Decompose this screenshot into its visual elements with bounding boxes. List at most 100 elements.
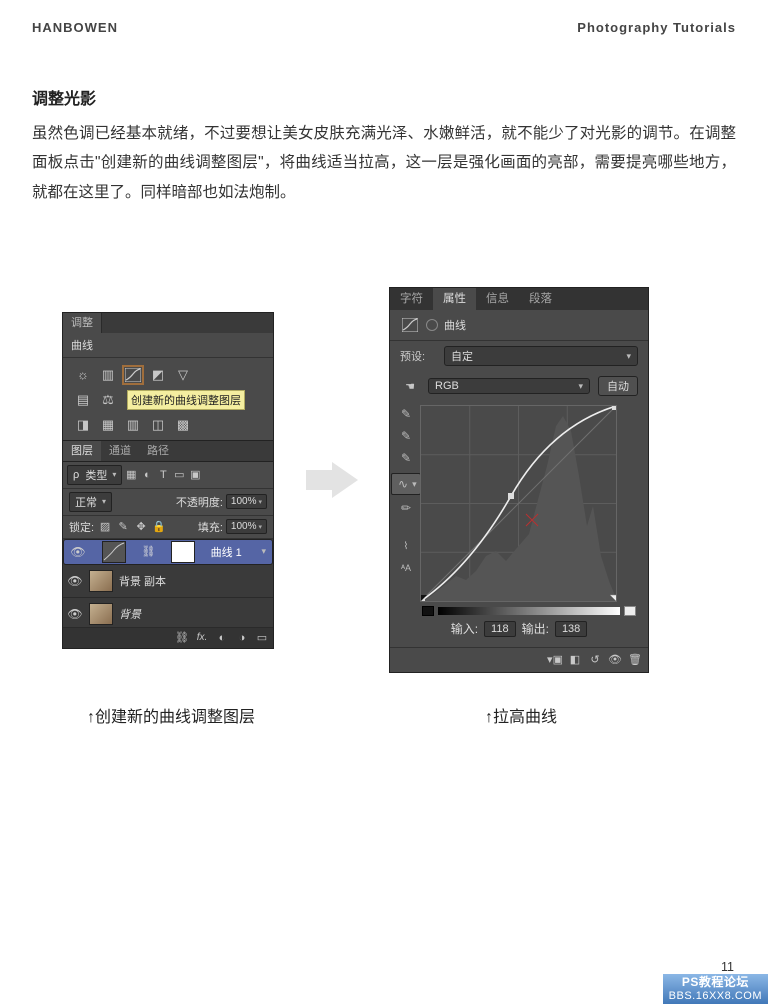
preset-row: 预设: 自定 [390, 341, 648, 371]
posterize-icon[interactable]: ▦ [98, 416, 118, 434]
curves-icon[interactable] [123, 366, 143, 384]
visibility-icon[interactable]: 👁 [67, 607, 83, 621]
vibrance-icon[interactable]: ▤ [73, 391, 93, 409]
delete-icon[interactable]: 🗑 [628, 652, 642, 666]
selective-color-icon[interactable]: ▩ [173, 416, 193, 434]
filter-pixel-icon[interactable]: ▦ [124, 468, 138, 482]
watermark-line2: BBS.16XX8.COM [669, 990, 762, 1003]
layer-thumb [89, 570, 113, 592]
black-point-eyedropper-icon[interactable]: ✎ [398, 407, 414, 423]
page-number: 11 [721, 960, 734, 974]
lock-all-icon[interactable]: 🔒 [152, 520, 166, 534]
toggle-visibility-icon[interactable]: 👁 [608, 652, 622, 666]
preset-label: 预设: [400, 348, 438, 364]
gradient-bar-row [390, 606, 648, 616]
new-group-icon[interactable]: ▭ [255, 631, 269, 645]
section-title: 调整光影 [32, 85, 736, 109]
levels-icon[interactable]: ▥ [98, 366, 118, 384]
clip-to-layer-icon[interactable]: ▾▣ [548, 652, 562, 666]
visibility-icon[interactable]: 👁 [70, 545, 86, 559]
lock-position-icon[interactable]: ✥ [134, 520, 148, 534]
layer-name: 曲线 1 [211, 544, 242, 560]
lock-pixels-icon[interactable]: ✎ [116, 520, 130, 534]
white-swatch-icon [624, 606, 636, 616]
input-value[interactable]: 118 [484, 621, 516, 637]
white-point-eyedropper-icon[interactable]: ✎ [398, 451, 414, 467]
layer-list: 👁 ⛓ 曲线 1 👁 背景 副本 👁 背景 [63, 539, 273, 628]
curve-editor: ✎ ✎ ✎ ∿ ✏ ⌇ ᴬA [390, 401, 648, 606]
link-layers-icon[interactable]: ⛓ [175, 631, 189, 645]
curves-title: 曲线 [444, 317, 466, 333]
properties-tabs: 字符 属性 信息 段落 [390, 288, 648, 310]
curve-graph[interactable] [420, 405, 617, 602]
layer-filter-row: ρ 类型 ▦ ◐ T ▭ ▣ [63, 462, 273, 489]
layer-row[interactable]: 👁 背景 副本 [63, 565, 273, 598]
icon-triangle[interactable]: ▽ [173, 366, 193, 384]
layer-row[interactable]: 👁 ⛓ 曲线 1 [63, 539, 273, 565]
filter-type-icon[interactable]: T [156, 468, 170, 482]
adjust-type-label: 曲线 [63, 333, 273, 358]
curve-pencil-tool-icon[interactable]: ✏ [398, 501, 414, 517]
reset-icon[interactable]: ↺ [588, 652, 602, 666]
header-right: Photography Tutorials [577, 20, 736, 35]
tab-character[interactable]: 字符 [390, 288, 433, 310]
gray-point-eyedropper-icon[interactable]: ✎ [398, 429, 414, 445]
preset-select[interactable]: 自定 [444, 346, 638, 366]
threshold-icon[interactable]: ▥ [123, 416, 143, 434]
layer-thumb [102, 541, 126, 563]
adjust-panel-tabs: 调整 [63, 313, 273, 333]
fill-label: 填充: [198, 519, 223, 535]
filter-adjust-icon[interactable]: ◐ [140, 468, 154, 482]
new-adjustment-icon[interactable]: ◑ [235, 631, 249, 645]
layer-row[interactable]: 👁 背景 [63, 598, 273, 628]
output-value[interactable]: 138 [555, 621, 587, 637]
curves-adjust-icon [400, 316, 420, 334]
tab-adjustments[interactable]: 调整 [63, 313, 102, 333]
hand-tool-icon[interactable]: ☚ [400, 379, 420, 393]
caption-right: ↑拉高曲线 [485, 703, 557, 727]
invert-icon[interactable]: ◨ [73, 416, 93, 434]
header-left: HANBOWEN [32, 20, 118, 35]
gradient-map-icon[interactable]: ◫ [148, 416, 168, 434]
view-previous-icon[interactable]: ◧ [568, 652, 582, 666]
lock-transparent-icon[interactable]: ▨ [98, 520, 112, 534]
figures-row: 调整 曲线 ☼ ▥ ◩ ▽ ▤ ⚖ 创建新的曲线调整图层 [32, 287, 736, 673]
tab-info[interactable]: 信息 [476, 288, 519, 310]
layer-filter-type[interactable]: ρ 类型 [67, 465, 122, 485]
watermark-line1: PS教程论坛 [669, 975, 762, 989]
brightness-contrast-icon[interactable]: ☼ [73, 366, 93, 384]
opacity-value[interactable]: 100% [226, 494, 267, 509]
body-text: 虽然色调已经基本就绪，不过要想让美女皮肤充满光泽、水嫩鲜活，就不能少了对光影的调… [32, 119, 736, 207]
blend-opacity-row: 正常 不透明度: 100% [63, 489, 273, 516]
layer-name: 背景 [119, 606, 141, 622]
curve-point-tool-icon[interactable]: ∿ [391, 473, 421, 495]
tab-properties[interactable]: 属性 [433, 288, 476, 310]
mask-icon[interactable]: ◐ [215, 631, 229, 645]
curves-properties-panel: 字符 属性 信息 段落 曲线 预设: 自定 ☚ RGB 自动 [389, 287, 649, 673]
curves-tooltip: 创建新的曲线调整图层 [127, 390, 245, 410]
tab-channels[interactable]: 通道 [101, 441, 139, 461]
filter-shape-icon[interactable]: ▭ [172, 468, 186, 482]
color-balance-icon[interactable]: ⚖ [98, 391, 118, 409]
fill-value[interactable]: 100% [226, 519, 267, 534]
input-label: 输入: [451, 620, 478, 637]
exposure-icon[interactable]: ◩ [148, 366, 168, 384]
smooth-icon[interactable]: ⌇ [398, 541, 414, 557]
filter-smart-icon[interactable]: ▣ [188, 468, 202, 482]
tab-paths[interactable]: 路径 [139, 441, 177, 461]
mask-indicator-icon [426, 319, 438, 331]
arrow-icon [304, 455, 359, 505]
typography-icon[interactable]: ᴬA [398, 563, 414, 579]
adjustment-icon-grid: ☼ ▥ ◩ ▽ ▤ ⚖ 创建新的曲线调整图层 ◨ ▦ ▥ [63, 358, 273, 440]
tab-layers[interactable]: 图层 [63, 441, 101, 461]
layers-panel-tabs: 图层 通道 路径 [63, 441, 273, 462]
visibility-icon[interactable]: 👁 [67, 574, 83, 588]
curve-side-tools: ✎ ✎ ✎ ∿ ✏ ⌇ ᴬA [396, 405, 416, 602]
tab-paragraph[interactable]: 段落 [519, 288, 562, 310]
watermark: PS教程论坛 BBS.16XX8.COM [663, 974, 768, 1004]
layer-mask-thumb [171, 541, 195, 563]
channel-select[interactable]: RGB [428, 378, 590, 394]
blend-mode-select[interactable]: 正常 [69, 492, 112, 512]
fx-icon[interactable]: fx. [195, 631, 209, 645]
auto-button[interactable]: 自动 [598, 376, 638, 396]
